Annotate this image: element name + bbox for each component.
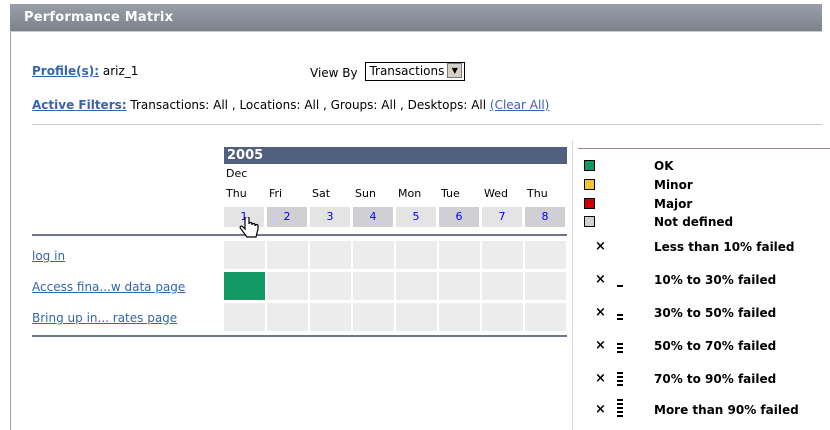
status-cell[interactable] — [439, 272, 480, 300]
status-cell[interactable] — [267, 272, 308, 300]
legend-status-label: Major — [654, 197, 693, 211]
day-number-link[interactable]: 3 — [310, 207, 350, 227]
view-by-select[interactable]: Transactions ▼ — [365, 62, 466, 81]
day-number-link[interactable]: 7 — [482, 207, 522, 227]
legend-swatch — [584, 179, 595, 190]
legend-failure-label: Less than 10% failed — [654, 240, 795, 254]
failure-bars-icon — [617, 312, 623, 320]
failure-bars-icon — [617, 283, 623, 287]
status-cell[interactable] — [439, 241, 480, 269]
legend-status-label: OK — [654, 159, 674, 173]
day-name: Thu — [226, 187, 247, 200]
status-cell[interactable] — [353, 303, 394, 331]
divider — [32, 124, 822, 125]
clear-all-link[interactable]: (Clear All) — [490, 98, 549, 112]
view-by-label: View By — [310, 66, 358, 80]
status-cell[interactable] — [267, 303, 308, 331]
status-cell[interactable] — [396, 303, 437, 331]
day-number-link[interactable]: 8 — [525, 207, 565, 227]
view-by-control: View By Transactions ▼ — [310, 62, 466, 83]
status-cell[interactable] — [525, 241, 566, 269]
x-mark-icon: × — [595, 371, 606, 386]
day-name: Thu — [527, 187, 548, 200]
calendar-year: 2005 — [224, 147, 567, 164]
legend-failure-label: 10% to 30% failed — [654, 273, 777, 287]
day-name: Mon — [398, 187, 422, 200]
status-cell[interactable] — [310, 272, 351, 300]
panel-title: Performance Matrix — [10, 4, 822, 31]
grid-bottom-divider — [32, 335, 567, 337]
legend-failure-label: 70% to 90% failed — [654, 372, 777, 386]
status-cell[interactable] — [310, 303, 351, 331]
x-mark-icon: × — [595, 272, 606, 287]
legend-failure-label: 30% to 50% failed — [654, 306, 777, 320]
status-cell[interactable] — [396, 272, 437, 300]
status-cell[interactable] — [267, 241, 308, 269]
panel-border-top — [10, 31, 822, 32]
status-cell[interactable] — [525, 272, 566, 300]
legend-status-label: Minor — [654, 178, 693, 192]
legend-failure-label: 50% to 70% failed — [654, 339, 777, 353]
transaction-link[interactable]: log in — [32, 249, 65, 263]
status-cell[interactable] — [482, 303, 523, 331]
legend-status-label: Not defined — [654, 215, 734, 229]
day-number-link[interactable]: 4 — [353, 207, 393, 227]
calendar-divider — [32, 234, 567, 236]
profile-value: ariz_1 — [102, 64, 139, 78]
view-by-selected: Transactions — [369, 64, 445, 78]
active-filters: Active Filters: Transactions: All , Loca… — [32, 98, 549, 112]
status-cell[interactable] — [482, 272, 523, 300]
active-filters-link[interactable]: Active Filters: — [32, 98, 127, 112]
x-mark-icon: × — [595, 239, 606, 254]
status-cell[interactable] — [310, 241, 351, 269]
status-cell[interactable] — [353, 241, 394, 269]
profile-link[interactable]: Profile(s): — [32, 64, 99, 78]
failure-bars-icon — [617, 370, 623, 386]
day-number-link[interactable]: 2 — [267, 207, 307, 227]
status-cell[interactable] — [224, 303, 265, 331]
day-name: Sun — [355, 187, 376, 200]
status-cell[interactable] — [224, 241, 265, 269]
legend-swatch — [584, 160, 595, 171]
x-mark-icon: × — [595, 402, 606, 417]
status-cell[interactable] — [396, 241, 437, 269]
day-number-link[interactable]: 5 — [396, 207, 436, 227]
legend-swatch — [584, 198, 595, 209]
day-name: Sat — [312, 187, 331, 200]
status-cell[interactable] — [224, 272, 265, 300]
status-cell[interactable] — [482, 241, 523, 269]
day-name: Fri — [269, 187, 283, 200]
legend-swatch — [584, 216, 595, 227]
status-cell[interactable] — [353, 272, 394, 300]
day-number-link[interactable]: 6 — [439, 207, 479, 227]
transaction-link[interactable]: Bring up in... rates page — [32, 311, 177, 325]
failure-bars-icon — [617, 397, 623, 417]
hand-cursor-icon — [239, 217, 259, 238]
x-mark-icon: × — [595, 305, 606, 320]
profile-row: Profile(s): ariz_1 — [32, 64, 138, 78]
legend-failure-label: More than 90% failed — [654, 403, 799, 417]
panel-border-left — [10, 31, 11, 430]
calendar-month: Dec — [226, 167, 248, 180]
active-filters-text: Transactions: All , Locations: All , Gro… — [130, 98, 487, 112]
dropdown-arrow-icon[interactable]: ▼ — [447, 63, 463, 78]
day-name: Tue — [441, 187, 460, 200]
x-mark-icon: × — [595, 338, 606, 353]
legend-top-line — [578, 148, 830, 149]
failure-bars-icon — [617, 341, 623, 353]
legend-separator — [572, 140, 573, 430]
status-cell[interactable] — [439, 303, 480, 331]
day-name: Wed — [484, 187, 508, 200]
transaction-link[interactable]: Access fina...w data page — [32, 280, 185, 294]
status-cell[interactable] — [525, 303, 566, 331]
